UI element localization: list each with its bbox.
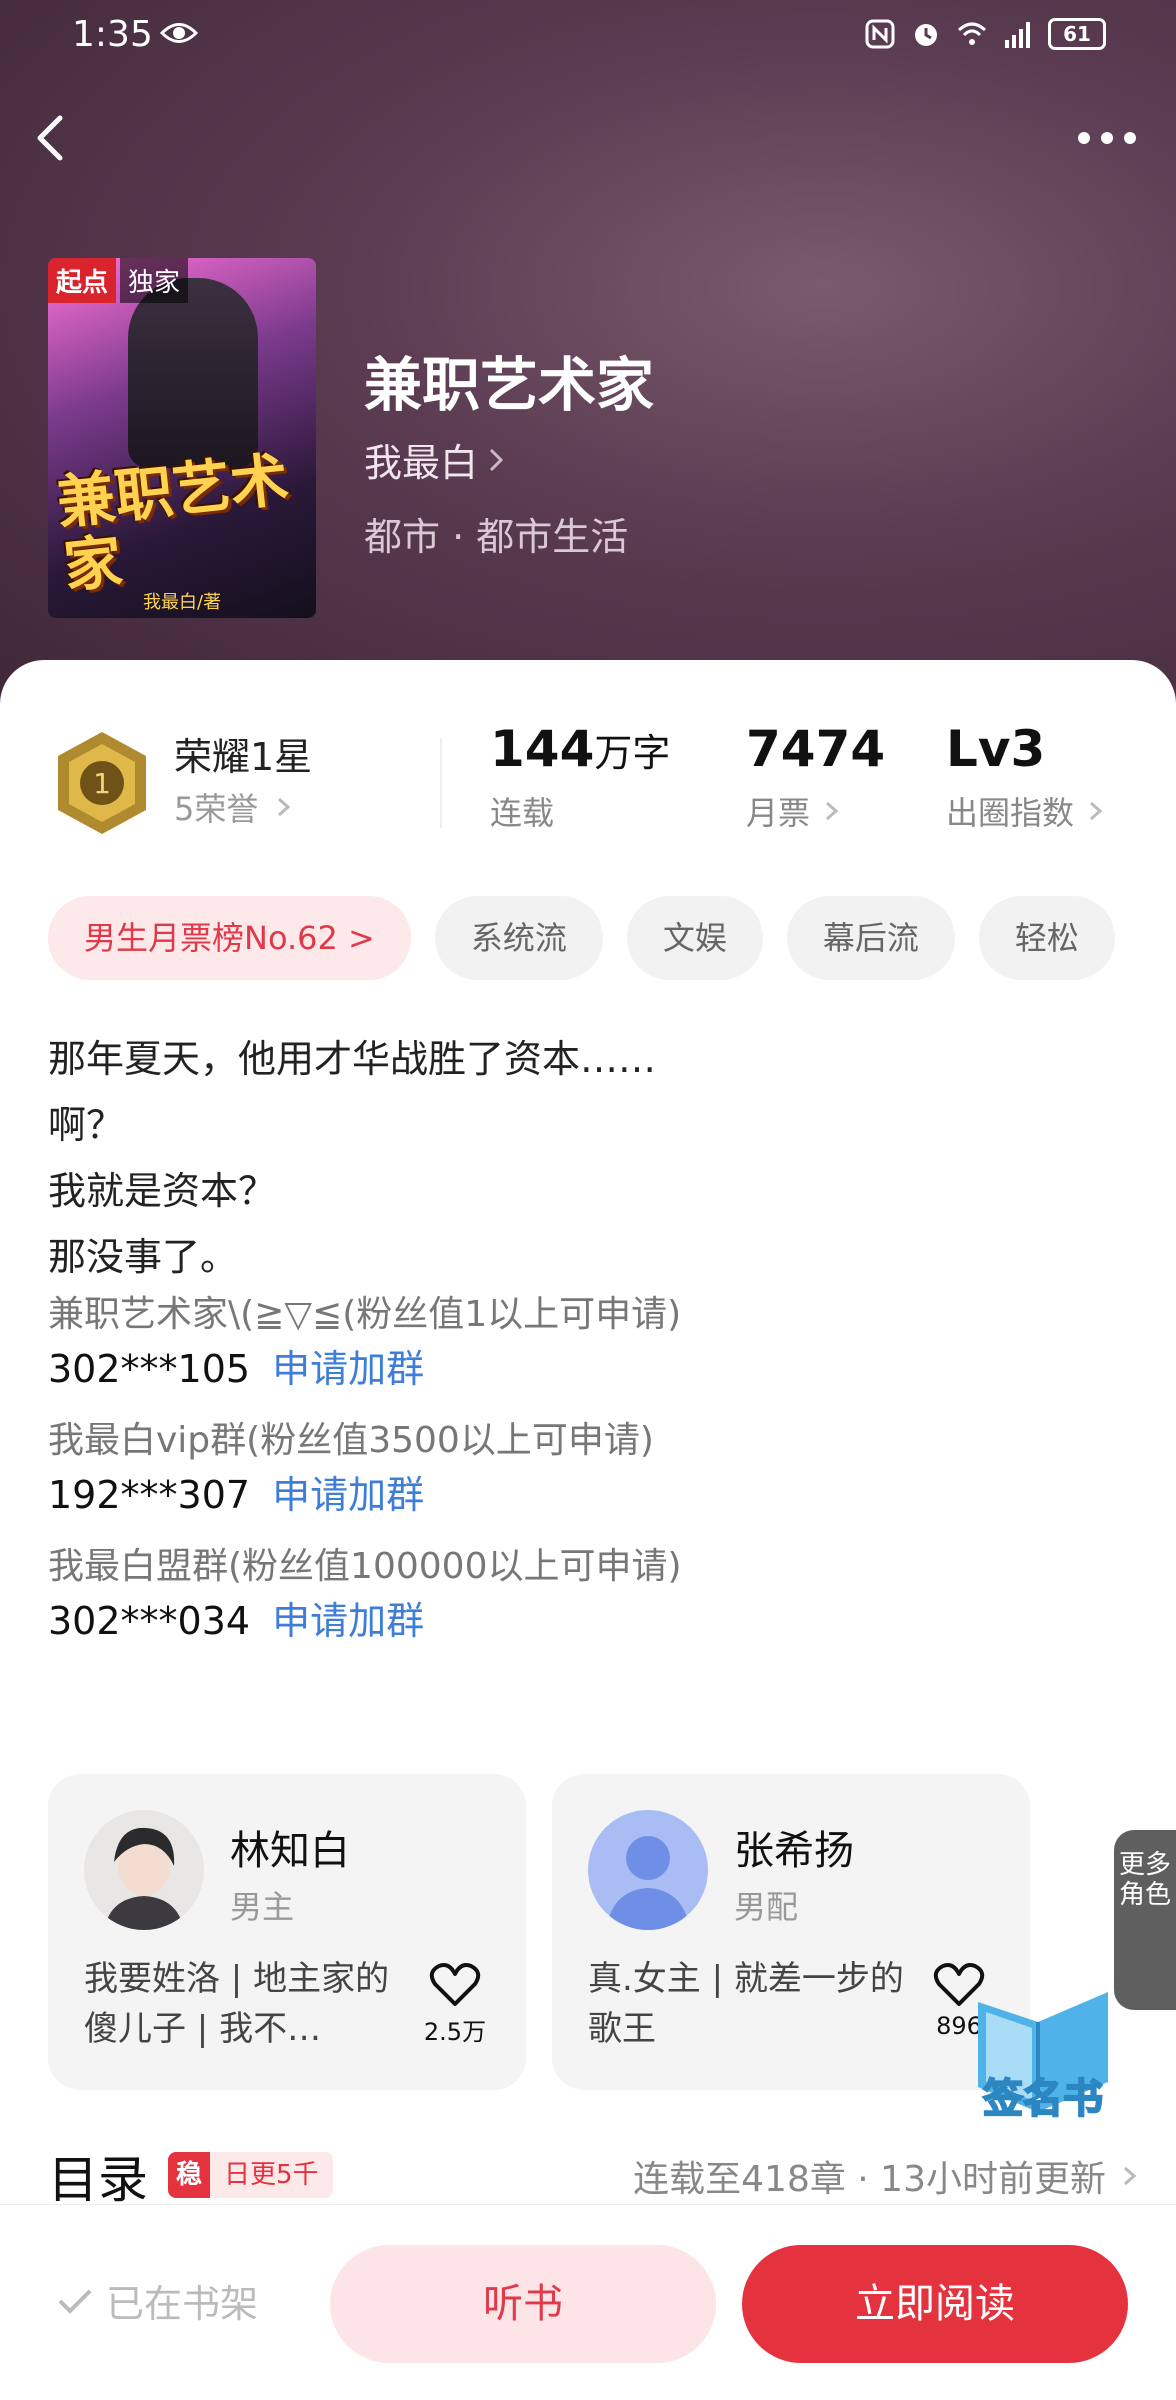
exclusive-badge: 独家 — [120, 258, 189, 303]
signed-book-label: 签名书 — [983, 2076, 1103, 2122]
tag-list: 男生月票榜No.62 > 系统流 文娱 幕后流 轻松 — [48, 896, 1115, 980]
book-description[interactable]: 那年夏天，他用才华战胜了资本…… 啊？ 我就是资本？ 那没事了。 — [48, 1026, 1128, 1290]
tag-rank[interactable]: 男生月票榜No.62 > — [48, 896, 411, 980]
read-now-button[interactable]: 立即阅读 — [742, 2245, 1128, 2363]
group-number: 302***034 — [48, 1599, 251, 1643]
group-number: 302***105 — [48, 1347, 251, 1391]
stable-badge: 稳 — [168, 2152, 211, 2198]
chevron-right-icon — [489, 448, 504, 471]
description-line: 那没事了。 — [48, 1235, 239, 1279]
group-number: 192***307 — [48, 1473, 251, 1517]
signed-book-floating-icon[interactable]: 签名书 — [958, 1962, 1128, 2132]
character-card[interactable]: 林知白 男主 我要姓洛 | 地主家的傻儿子 | 我不… 2.5万 — [48, 1774, 526, 2090]
check-icon — [58, 2289, 92, 2314]
character-like[interactable]: 2.5万 — [420, 1960, 490, 2047]
word-count-value: 144 — [490, 720, 595, 778]
daily-update-badge: 日更5千 — [210, 2152, 333, 2198]
status-bar: 1:35 61 — [0, 0, 1176, 70]
toc-title: 目录 — [48, 2151, 148, 2209]
listen-button[interactable]: 听书 — [330, 2245, 716, 2363]
join-group-link[interactable]: 申请加群 — [272, 1347, 424, 1391]
stats-divider — [440, 738, 442, 828]
chevron-right-icon — [826, 801, 839, 821]
fan-groups: 兼职艺术家\(≧▽≦(粉丝值1以上可申请) 302***105 申请加群 我最白v… — [48, 1290, 1128, 1668]
monthly-tickets-label: 月票 — [746, 794, 811, 832]
bottom-action-bar: 已在书架 听书 立即阅读 — [0, 2204, 1176, 2400]
qidian-badge: 起点 — [48, 258, 117, 303]
heart-icon[interactable] — [429, 1960, 481, 2008]
group-name: 我最白vip群(粉丝值3500以上可申请) — [48, 1420, 654, 1461]
stat-circle-index[interactable]: Lv3 出圈指数 — [946, 720, 1104, 834]
honor-title[interactable]: 荣耀1星 — [174, 726, 312, 781]
nfc-icon — [865, 19, 895, 49]
table-of-contents-row[interactable]: 目录 稳 日更5千 连载至418章 · 13小时前更新 — [48, 2140, 1138, 2210]
tag-item[interactable]: 文娱 — [626, 896, 763, 980]
battery-indicator: 61 — [1048, 18, 1106, 50]
male-lead-portrait-icon — [84, 1810, 204, 1930]
cover-figure — [128, 278, 258, 468]
description-line: 我就是资本？ — [48, 1169, 277, 1213]
character-role: 男配 — [734, 1888, 799, 1926]
detail-sheet: 1 荣耀1星 5荣誉 144万字 连载 7474 月票 Lv3 出圈指数 男生月… — [0, 660, 1176, 2400]
join-group-link[interactable]: 申请加群 — [272, 1599, 424, 1643]
character-desc: 我要姓洛 | 地主家的傻儿子 | 我不… — [84, 1959, 390, 2049]
tag-item[interactable]: 系统流 — [434, 896, 603, 980]
description-line: 啊？ — [48, 1103, 125, 1147]
circle-index-value: Lv3 — [946, 720, 1046, 778]
chevron-right-icon — [1090, 801, 1103, 821]
character-desc: 真.女主 | 就差一步的歌王 — [588, 1959, 904, 2049]
svg-text:1: 1 — [93, 767, 111, 800]
toc-info: 连载至418章 · 13小时前更新 — [633, 2150, 1138, 2202]
in-shelf-label: 已在书架 — [106, 2282, 259, 2326]
honor-sub[interactable]: 5荣誉 — [174, 784, 292, 830]
in-shelf-indicator[interactable]: 已在书架 — [56, 2273, 258, 2328]
cover-author: 我最白/著 — [143, 592, 222, 613]
group-name: 兼职艺术家\(≧▽≦(粉丝值1以上可申请) — [48, 1294, 682, 1335]
book-cover[interactable]: 起点 独家 兼职艺术家 我最白/著 — [48, 258, 316, 618]
toc-update-info: 连载至418章 · 13小时前更新 — [633, 2159, 1106, 2200]
signal-icon — [1005, 22, 1030, 48]
back-arrow-icon[interactable] — [30, 110, 70, 166]
group-row: 192***307 申请加群 — [48, 1466, 1128, 1524]
character-avatar — [588, 1810, 708, 1930]
status-icons: 61 — [864, 18, 1106, 50]
character-role: 男主 — [230, 1888, 295, 1926]
circle-index-label: 出圈指数 — [946, 794, 1075, 832]
stat-monthly-tickets[interactable]: 7474 月票 — [746, 720, 885, 834]
author-link[interactable]: 我最白 — [364, 432, 504, 487]
eye-icon — [160, 23, 198, 43]
character-name: 林知白 — [230, 1828, 350, 1874]
description-line: 那年夏天，他用才华战胜了资本…… — [48, 1037, 657, 1081]
character-name: 张希扬 — [734, 1828, 854, 1874]
status-time: 1:35 — [72, 14, 153, 55]
character-avatar — [84, 1810, 204, 1930]
tag-item[interactable]: 轻松 — [978, 896, 1115, 980]
update-badge: 稳 日更5千 — [168, 2152, 333, 2198]
join-group-link[interactable]: 申请加群 — [272, 1473, 424, 1517]
word-count-unit: 万字 — [594, 731, 671, 775]
book-title: 兼职艺术家 — [364, 351, 655, 419]
group-row: 302***105 申请加群 — [48, 1340, 1128, 1398]
group-row: 302***034 申请加群 — [48, 1592, 1128, 1650]
monthly-tickets-value: 7474 — [746, 720, 886, 778]
honor-count: 5荣誉 — [174, 790, 259, 828]
tag-item[interactable]: 幕后流 — [786, 896, 955, 980]
stat-word-count: 144万字 连载 — [490, 720, 670, 834]
more-options-icon[interactable] — [1074, 126, 1140, 150]
word-count-label: 连载 — [490, 794, 555, 832]
cover-title: 兼职艺术家 — [53, 445, 292, 601]
default-avatar-icon — [588, 1810, 708, 1930]
alarm-icon — [915, 24, 937, 46]
group-name: 我最白盟群(粉丝值100000以上可申请) — [48, 1546, 682, 1587]
honor-medal-icon[interactable]: 1 — [52, 728, 152, 838]
chevron-right-icon — [278, 797, 291, 817]
like-count: 2.5万 — [423, 2018, 487, 2046]
book-genre: 都市 · 都市生活 — [364, 515, 629, 559]
author-name: 我最白 — [364, 441, 479, 485]
chevron-right-icon — [1124, 2166, 1137, 2186]
wifi-icon — [957, 22, 987, 45]
